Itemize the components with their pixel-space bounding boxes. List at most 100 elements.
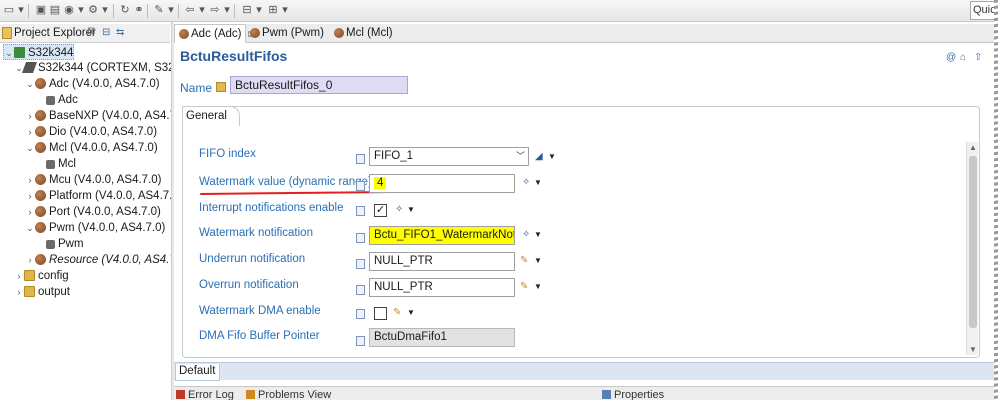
watermark-notification-input[interactable]: Bctu_FIFO1_WatermarkNotificat xyxy=(369,226,515,245)
dropdown-icon[interactable]: ▼ xyxy=(548,151,556,163)
tree-item[interactable]: › Resource (V4.0.0, AS4.7.0) xyxy=(25,252,172,268)
tree-item[interactable]: Adc xyxy=(36,92,78,108)
interrupt-notifications-checkbox[interactable]: ✓ xyxy=(374,204,387,217)
tree-item[interactable]: › Port (V4.0.0, AS4.7.0) xyxy=(25,204,161,220)
module-icon xyxy=(35,142,46,153)
dropdown-icon[interactable]: ▾ xyxy=(14,4,28,17)
name-label: Name xyxy=(180,81,213,95)
up-icon[interactable]: ⇧ xyxy=(974,53,984,63)
tab-problems-view[interactable]: Problems View xyxy=(246,389,331,400)
module-icon xyxy=(334,28,344,38)
expand-icon[interactable]: ⌄ xyxy=(4,45,14,61)
module-icon xyxy=(35,206,46,217)
scroll-down-icon[interactable]: ▼ xyxy=(969,345,977,354)
collapse-all-icon[interactable]: ⊟ xyxy=(102,27,114,39)
watermark-value-input[interactable]: 4 xyxy=(369,174,515,193)
watermark-dma-checkbox[interactable] xyxy=(374,307,387,320)
tree-item[interactable]: ⌄S32k344 (CORTEXM, S32K3XX xyxy=(14,60,172,76)
tree-item[interactable]: ⌄ Mcl (V4.0.0, AS4.7.0) xyxy=(25,140,158,156)
tree-item[interactable]: Mcl xyxy=(36,156,76,172)
dropdown-icon[interactable]: ▼ xyxy=(534,229,542,241)
underrun-notification-input[interactable]: NULL_PTR xyxy=(369,252,515,271)
tree-item[interactable]: Pwm xyxy=(36,236,84,252)
tree-item-label: Mcl (V4.0.0, AS4.7.0) xyxy=(49,142,158,154)
toolbar-separator xyxy=(113,4,114,18)
save-all-icon[interactable]: ▤ xyxy=(48,4,62,17)
overrun-notification-input[interactable]: NULL_PTR xyxy=(369,278,515,297)
module-icon xyxy=(35,190,46,201)
tree-item[interactable]: ⌄ S32k344 xyxy=(3,44,75,61)
refresh-icon[interactable]: ↻ xyxy=(118,4,132,17)
collapse-icon[interactable]: › xyxy=(25,172,35,188)
dropdown-icon[interactable]: ▾ xyxy=(252,4,266,17)
close-icon[interactable]: ⊠ xyxy=(87,26,95,37)
scroll-up-icon[interactable]: ▲ xyxy=(969,143,977,152)
dropdown-icon[interactable]: ▾ xyxy=(98,4,112,17)
tree-item-label: BaseNXP (V4.0.0, AS4.7.0) xyxy=(49,110,172,122)
tab-general[interactable]: General xyxy=(182,106,240,126)
dropdown-icon[interactable]: ▾ xyxy=(195,4,209,17)
link-editor-icon[interactable]: ⇆ xyxy=(116,27,128,39)
toolbar-separator xyxy=(147,4,148,18)
expand-icon[interactable]: ⌄ xyxy=(25,220,35,236)
dropdown-icon[interactable]: ▼ xyxy=(534,177,542,189)
collapse-icon[interactable]: › xyxy=(14,268,24,284)
expand-icon[interactable]: ⌄ xyxy=(25,76,35,92)
tab-mcl[interactable]: Mcl (Mcl) xyxy=(330,24,410,43)
dropdown-icon[interactable]: ▼ xyxy=(534,281,542,293)
tree-item[interactable]: › config xyxy=(14,268,69,284)
tree-item-label: Mcu (V4.0.0, AS4.7.0) xyxy=(49,174,162,186)
edit-icon[interactable]: ✎ xyxy=(520,281,532,293)
dropdown-icon[interactable]: ▾ xyxy=(278,4,292,17)
default-icon[interactable]: ✧ xyxy=(395,204,407,216)
tab-error-log[interactable]: Error Log xyxy=(176,389,234,400)
fifo-index-value: FIFO_1 xyxy=(374,150,413,162)
form-title: BctuResultFifos xyxy=(180,48,288,64)
watermark-value-text: 4 xyxy=(374,177,387,189)
config-icon xyxy=(46,160,55,169)
calc-icon[interactable]: ◢ xyxy=(535,151,547,163)
tree-item[interactable]: › Mcu (V4.0.0, AS4.7.0) xyxy=(25,172,162,188)
dropdown-icon[interactable]: ▼ xyxy=(407,204,415,216)
link-icon[interactable]: ⚭ xyxy=(132,4,146,17)
tree-item-label: Dio (V4.0.0, AS4.7.0) xyxy=(49,126,158,138)
config-icon xyxy=(46,240,55,249)
dropdown-icon[interactable]: ▼ xyxy=(534,255,542,267)
collapse-icon[interactable]: › xyxy=(25,252,35,268)
help-icon[interactable]: @ xyxy=(946,53,956,63)
home-icon[interactable]: ⌂ xyxy=(960,53,970,63)
tab-adc[interactable]: Adc (Adc)⊠ xyxy=(174,24,255,43)
edit-icon[interactable]: ✎ xyxy=(393,307,405,319)
tree-item[interactable]: ⌄ Pwm (V4.0.0, AS4.7.0) xyxy=(25,220,165,236)
edit-icon[interactable]: ✎ xyxy=(520,255,532,267)
dropdown-icon[interactable]: ▾ xyxy=(164,4,178,17)
collapse-icon[interactable]: › xyxy=(25,124,35,140)
default-icon[interactable]: ✧ xyxy=(522,177,534,189)
collapse-icon[interactable]: › xyxy=(14,284,24,300)
collapse-icon[interactable]: › xyxy=(25,204,35,220)
fifo-index-select[interactable]: FIFO_1 ﹀ xyxy=(369,147,529,166)
fifo-index-label: FIFO index xyxy=(199,148,256,160)
dropdown-icon[interactable]: ▼ xyxy=(407,307,415,319)
collapse-icon[interactable]: › xyxy=(25,108,35,124)
tab-pwm[interactable]: Pwm (Pwm) xyxy=(246,24,330,43)
tree-item[interactable]: › BaseNXP (V4.0.0, AS4.7.0) xyxy=(25,108,172,124)
tree-item[interactable]: › Platform (V4.0.0, AS4.7.0) xyxy=(25,188,172,204)
collapse-icon[interactable]: › xyxy=(25,188,35,204)
dropdown-icon[interactable]: ▾ xyxy=(220,4,234,17)
tab-default[interactable]: Default xyxy=(175,364,221,381)
default-icon[interactable]: ✧ xyxy=(522,229,534,241)
tree-item[interactable]: ⌄ Adc (V4.0.0, AS4.7.0) xyxy=(25,76,160,92)
quick-access-input[interactable]: Quick Access xyxy=(970,1,996,20)
name-field[interactable]: BctuResultFifos_0 xyxy=(230,76,408,94)
tree-item[interactable]: › output xyxy=(14,284,70,300)
tab-properties[interactable]: Properties xyxy=(602,389,664,400)
folder-icon xyxy=(24,286,35,297)
tree-item[interactable]: › Dio (V4.0.0, AS4.7.0) xyxy=(25,124,157,140)
expand-icon[interactable]: ⌄ xyxy=(25,140,35,156)
form-scrollbar[interactable]: ▲ ▼ xyxy=(966,142,978,355)
scrollbar-thumb[interactable] xyxy=(969,156,977,328)
problems-icon xyxy=(246,390,255,399)
tree-item-label: Adc (V4.0.0, AS4.7.0) xyxy=(49,78,160,90)
save-icon[interactable]: ▣ xyxy=(34,4,48,17)
